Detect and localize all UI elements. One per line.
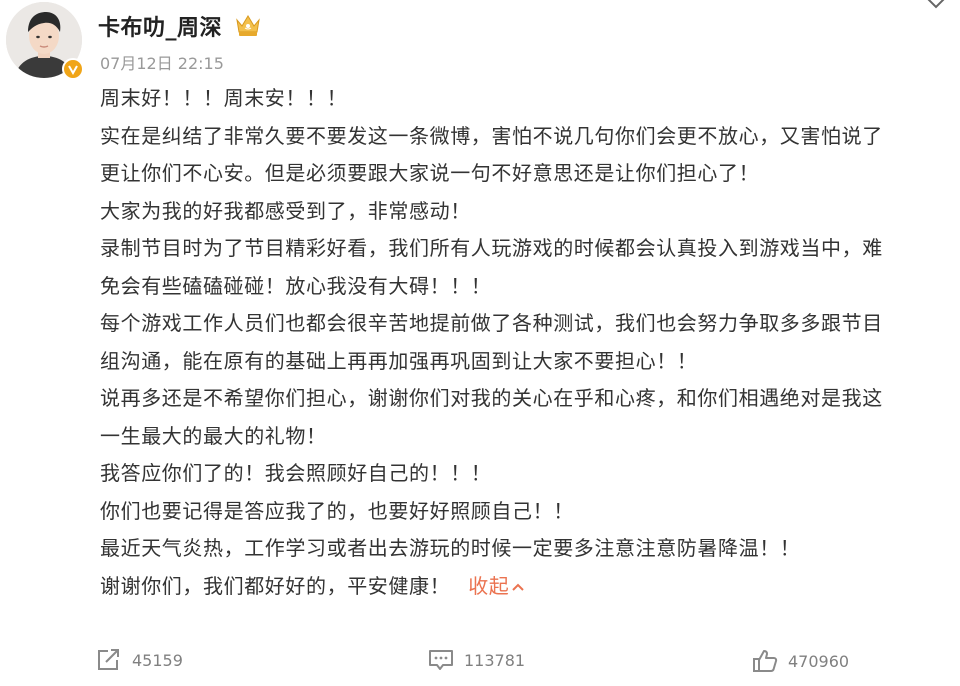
content-line-text: 谢谢你们，我们都好好的，平安健康！	[100, 573, 451, 598]
content-line: 每个游戏工作人员们也都会很辛苦地提前做了各种测试，我们也会努力争取多多跟节目	[100, 311, 883, 335]
content-line: 我答应你们了的！我会照顾好自己的！！！	[100, 461, 492, 485]
like-button[interactable]: 470960	[752, 648, 849, 674]
comment-button[interactable]: 113781	[428, 648, 525, 672]
weibo-post: 卡布叻_周深 07月12日 22:15 周末好！！！周末安！！！ 实在是纠结了非…	[0, 0, 960, 686]
content-line: 一生最大的最大的礼物！	[100, 423, 327, 448]
avatar[interactable]	[6, 2, 84, 80]
content-line: 组沟通，能在原有的基础上再再加强再巩固到让大家不要担心！！	[100, 348, 698, 373]
post-content: 周末好！！！周末安！！！ 实在是纠结了非常久要不要发这一条微博，害怕不说几句你们…	[100, 80, 940, 605]
like-count: 470960	[788, 651, 850, 671]
chevron-up-icon	[512, 583, 525, 591]
verified-badge-icon	[62, 58, 84, 80]
comment-icon	[429, 650, 453, 670]
content-line: 周末好！！！周末安！！！	[100, 86, 348, 110]
comment-count: 113781	[464, 650, 526, 670]
content-line: 免会有些磕磕碰碰！放心我没有大碍！！！	[100, 273, 492, 298]
content-line: 录制节目时为了节目精彩好看，我们所有人玩游戏的时候都会认真投入到游戏当中，难	[100, 236, 883, 260]
content-line: 你们也要记得是答应我了的，也要好好照顾自己！！	[100, 498, 574, 523]
repost-icon	[98, 649, 119, 670]
repost-count: 45159	[132, 650, 183, 670]
thumbs-up-icon	[753, 650, 778, 672]
content-line-last: 谢谢你们，我们都好好的，平安健康！ 收起	[100, 568, 940, 606]
repost-button[interactable]: 45159	[96, 648, 183, 672]
content-line: 最近天气炎热，工作学习或者出去游玩的时候一定要多注意注意防暑降温！！	[100, 536, 801, 560]
collapse-link[interactable]: 收起	[468, 574, 525, 598]
collapse-label: 收起	[468, 573, 510, 598]
action-bar: 45159 113781 470960	[0, 648, 960, 678]
username[interactable]: 卡布叻_周深	[98, 10, 222, 42]
content-line: 更让你们不心安。但是必须要跟大家说一句不好意思还是让你们担心了！	[100, 161, 760, 185]
content-line: 说再多还是不希望你们担心，谢谢你们对我的关心在乎和心疼，和你们相遇绝对是我这	[100, 386, 883, 410]
post-timestamp[interactable]: 07月12日 22:15	[100, 50, 224, 74]
content-line: 实在是纠结了非常久要不要发这一条微博，害怕不说几句你们会更不放心，又害怕说了	[100, 123, 883, 148]
crown-icon[interactable]	[234, 12, 262, 38]
content-line: 大家为我的好我都感受到了，非常感动！	[100, 198, 471, 223]
chevron-down-icon[interactable]	[926, 0, 946, 10]
